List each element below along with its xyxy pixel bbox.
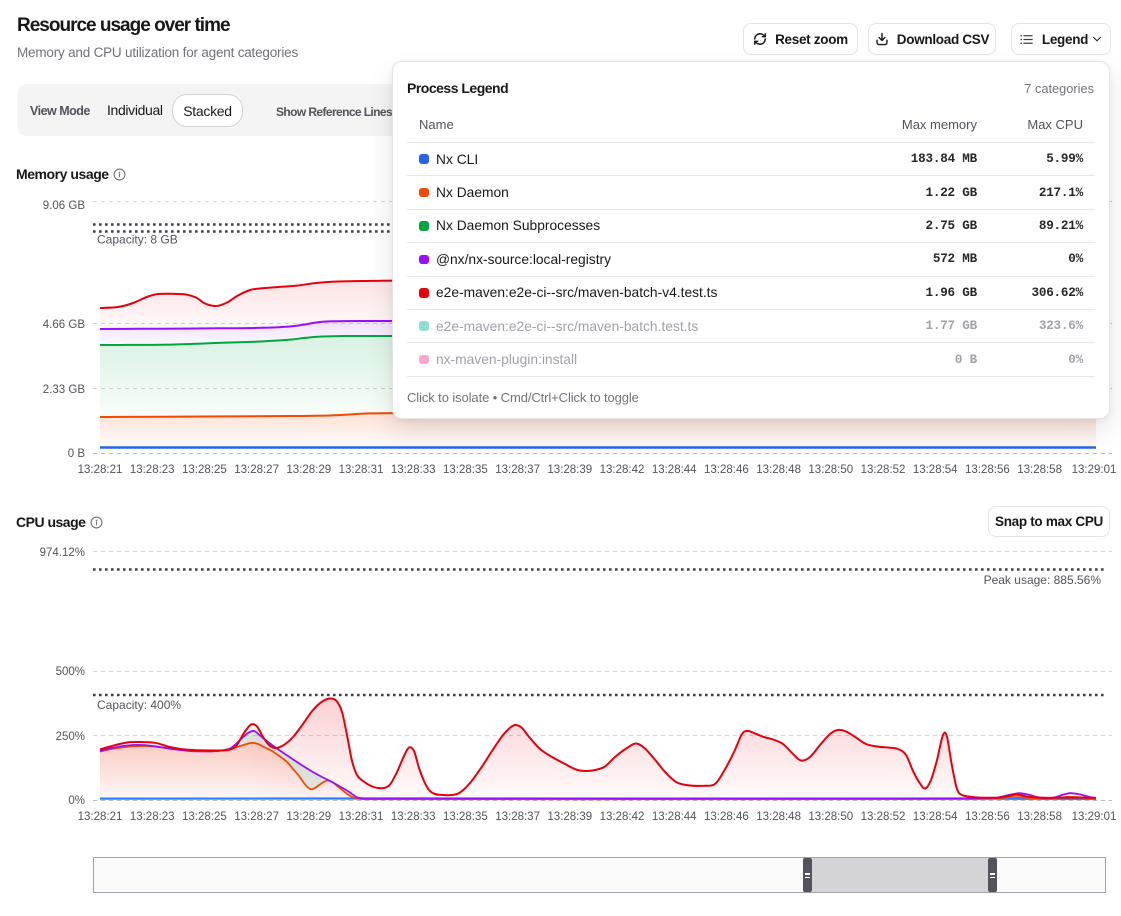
svg-text:13:28:56: 13:28:56 [965,811,1010,823]
svg-text:13:28:33: 13:28:33 [391,464,436,476]
svg-text:13:28:44: 13:28:44 [652,464,697,476]
svg-text:13:28:39: 13:28:39 [547,811,592,823]
svg-text:13:28:31: 13:28:31 [339,464,384,476]
svg-text:9.06 GB: 9.06 GB [43,200,86,212]
svg-text:13:28:58: 13:28:58 [1017,811,1062,823]
svg-text:974.12%: 974.12% [40,547,85,559]
svg-text:Capacity: 8 GB: Capacity: 8 GB [97,233,178,247]
svg-text:13:28:27: 13:28:27 [234,464,279,476]
svg-text:13:28:37: 13:28:37 [495,464,540,476]
svg-text:13:28:23: 13:28:23 [130,811,175,823]
svg-text:Capacity: 400%: Capacity: 400% [97,698,181,712]
svg-text:13:28:42: 13:28:42 [600,464,645,476]
svg-text:13:28:48: 13:28:48 [756,464,801,476]
svg-text:13:28:52: 13:28:52 [861,464,906,476]
svg-text:0 B: 0 B [68,448,86,460]
svg-text:13:28:31: 13:28:31 [339,811,384,823]
svg-text:13:28:54: 13:28:54 [913,464,958,476]
svg-text:13:28:35: 13:28:35 [443,811,488,823]
svg-text:4.66 GB: 4.66 GB [43,319,86,331]
svg-text:13:28:39: 13:28:39 [547,464,592,476]
svg-text:13:28:21: 13:28:21 [78,464,123,476]
svg-text:13:28:33: 13:28:33 [391,811,436,823]
svg-text:0%: 0% [68,795,85,807]
svg-text:13:28:54: 13:28:54 [913,811,958,823]
svg-text:13:28:48: 13:28:48 [756,811,801,823]
svg-text:13:29:01: 13:29:01 [1072,464,1117,476]
svg-text:13:29:01: 13:29:01 [1072,811,1117,823]
svg-text:13:28:46: 13:28:46 [704,811,749,823]
svg-text:13:28:29: 13:28:29 [286,464,331,476]
svg-text:13:28:46: 13:28:46 [704,464,749,476]
svg-text:13:28:50: 13:28:50 [808,464,853,476]
svg-text:13:28:52: 13:28:52 [861,811,906,823]
svg-text:13:28:58: 13:28:58 [1017,464,1062,476]
svg-text:13:28:23: 13:28:23 [130,464,175,476]
svg-text:13:28:21: 13:28:21 [78,811,123,823]
svg-text:13:28:25: 13:28:25 [182,464,227,476]
svg-text:250%: 250% [56,731,85,743]
svg-text:Peak usage: 885.56%: Peak usage: 885.56% [984,573,1102,587]
svg-text:13:28:29: 13:28:29 [286,811,331,823]
svg-text:13:28:42: 13:28:42 [600,811,645,823]
svg-text:2.33 GB: 2.33 GB [43,384,86,396]
svg-text:13:28:50: 13:28:50 [808,811,853,823]
svg-text:13:28:44: 13:28:44 [652,811,697,823]
svg-text:13:28:25: 13:28:25 [182,811,227,823]
svg-text:13:28:35: 13:28:35 [443,464,488,476]
svg-text:13:28:56: 13:28:56 [965,464,1010,476]
svg-text:13:28:27: 13:28:27 [234,811,279,823]
svg-text:500%: 500% [56,666,85,678]
svg-text:13:28:37: 13:28:37 [495,811,540,823]
